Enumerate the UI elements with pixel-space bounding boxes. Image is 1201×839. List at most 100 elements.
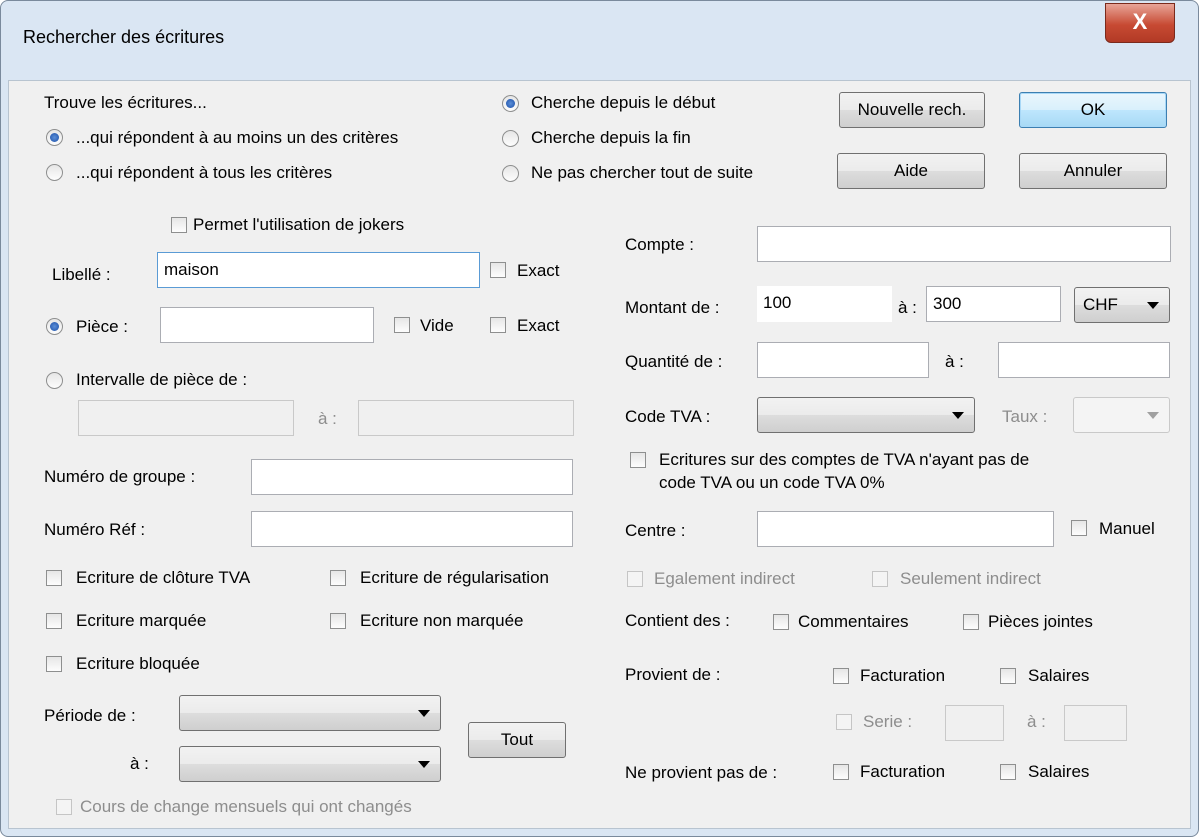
account-input[interactable] bbox=[757, 226, 1171, 262]
series-checkbox[interactable] bbox=[836, 714, 852, 730]
regularisation-checkbox[interactable] bbox=[330, 570, 346, 586]
label-regularisation: Ecriture de régularisation bbox=[360, 568, 549, 587]
label-search-from-beginning: Cherche depuis le début bbox=[531, 93, 716, 112]
radio-piece[interactable] bbox=[46, 318, 63, 335]
label-exchange-rates: Cours de change mensuels qui ont changés bbox=[80, 797, 412, 816]
manual-checkbox[interactable] bbox=[1071, 520, 1087, 536]
label-libelle: Libellé : bbox=[52, 265, 111, 284]
label-from-invoicing: Facturation bbox=[860, 666, 946, 685]
label-marked: Ecriture marquée bbox=[76, 611, 207, 630]
period-from-select[interactable] bbox=[179, 695, 441, 731]
label-piece-interval: Intervalle de pièce de : bbox=[76, 370, 248, 389]
title-bar: Rechercher des écritures X bbox=[1, 1, 1200, 81]
label-quantity-to: à : bbox=[945, 352, 964, 371]
currency-value: CHF bbox=[1083, 295, 1118, 314]
also-indirect-checkbox[interactable] bbox=[627, 571, 643, 587]
label-comments: Commentaires bbox=[798, 612, 909, 631]
chevron-down-icon bbox=[952, 412, 964, 419]
radio-all-criteria[interactable] bbox=[46, 164, 63, 181]
label-center: Centre : bbox=[625, 521, 686, 540]
label-contains: Contient des : bbox=[625, 611, 730, 630]
label-ref-number: Numéro Réf : bbox=[44, 520, 146, 539]
group-number-input[interactable] bbox=[251, 459, 573, 495]
series-to-input[interactable] bbox=[1064, 705, 1127, 741]
label-series: Serie : bbox=[863, 712, 913, 731]
label-not-from-invoicing: Facturation bbox=[860, 762, 946, 781]
attachments-checkbox[interactable] bbox=[963, 614, 979, 630]
period-to-select[interactable] bbox=[179, 746, 441, 782]
label-account: Compte : bbox=[625, 235, 694, 254]
libelle-exact-checkbox[interactable] bbox=[490, 262, 506, 278]
libelle-input[interactable]: maison bbox=[157, 252, 480, 288]
label-vat-accounts-line1: Ecritures sur des comptes de TVA n'ayant… bbox=[659, 450, 1030, 469]
label-do-not-search-now: Ne pas chercher tout de suite bbox=[531, 163, 754, 182]
label-libelle-exact: Exact bbox=[517, 261, 560, 280]
ref-number-input[interactable] bbox=[251, 511, 573, 547]
center-input[interactable] bbox=[757, 511, 1054, 547]
window-title: Rechercher des écritures bbox=[23, 27, 225, 47]
label-not-from-salaries: Salaires bbox=[1028, 762, 1090, 781]
radio-piece-interval[interactable] bbox=[46, 372, 63, 389]
vat-accounts-checkbox[interactable] bbox=[630, 452, 646, 468]
label-attachments: Pièces jointes bbox=[988, 612, 1093, 631]
label-quantity-from: Quantité de : bbox=[625, 352, 723, 371]
currency-select[interactable]: CHF bbox=[1074, 287, 1170, 323]
piece-interval-to-input[interactable] bbox=[358, 400, 574, 436]
not-from-salaries-checkbox[interactable] bbox=[1000, 764, 1016, 780]
label-unmarked: Ecriture non marquée bbox=[360, 611, 524, 630]
ok-button[interactable]: OK bbox=[1019, 92, 1167, 128]
vat-rate-select[interactable] bbox=[1073, 397, 1170, 433]
label-period-to: à : bbox=[130, 754, 149, 773]
new-search-button[interactable]: Nouvelle rech. bbox=[839, 92, 985, 128]
label-not-from: Ne provient pas de : bbox=[625, 763, 778, 782]
find-heading: Trouve les écritures... bbox=[44, 93, 207, 112]
label-piece-empty: Vide bbox=[420, 316, 454, 335]
from-salaries-checkbox[interactable] bbox=[1000, 668, 1016, 684]
piece-exact-checkbox[interactable] bbox=[490, 317, 506, 333]
quantity-to-input[interactable] bbox=[998, 342, 1170, 378]
label-piece-exact: Exact bbox=[517, 316, 560, 335]
not-from-invoicing-checkbox[interactable] bbox=[833, 764, 849, 780]
marked-checkbox[interactable] bbox=[46, 613, 62, 629]
from-invoicing-checkbox[interactable] bbox=[833, 668, 849, 684]
label-locked: Ecriture bloquée bbox=[76, 654, 200, 673]
cancel-button[interactable]: Annuler bbox=[1019, 153, 1167, 189]
series-from-input[interactable] bbox=[945, 705, 1004, 741]
piece-empty-checkbox[interactable] bbox=[394, 317, 410, 333]
chevron-down-icon bbox=[1147, 302, 1159, 309]
label-closing-vat: Ecriture de clôture TVA bbox=[76, 568, 251, 587]
radio-search-from-end[interactable] bbox=[502, 130, 519, 147]
label-vat-code: Code TVA : bbox=[625, 407, 711, 426]
amount-to-input[interactable]: 300 bbox=[926, 286, 1061, 322]
chevron-down-icon bbox=[418, 761, 430, 768]
only-indirect-checkbox[interactable] bbox=[872, 571, 888, 587]
label-vat-rate: Taux : bbox=[1002, 407, 1048, 426]
amount-from-input[interactable]: 100 bbox=[757, 286, 892, 322]
vat-code-select[interactable] bbox=[757, 397, 975, 433]
label-all-criteria: ...qui répondent à tous les critères bbox=[76, 163, 333, 182]
help-button[interactable]: Aide bbox=[837, 153, 985, 189]
radio-any-criteria[interactable] bbox=[46, 129, 63, 146]
piece-input[interactable] bbox=[160, 307, 374, 343]
label-piece: Pièce : bbox=[76, 317, 128, 336]
chevron-down-icon bbox=[418, 710, 430, 717]
unmarked-checkbox[interactable] bbox=[330, 613, 346, 629]
label-jokers: Permet l'utilisation de jokers bbox=[193, 215, 405, 234]
radio-search-from-beginning[interactable] bbox=[502, 95, 519, 112]
label-also-indirect: Egalement indirect bbox=[654, 569, 795, 588]
label-comes-from: Provient de : bbox=[625, 665, 721, 684]
all-periods-button[interactable]: Tout bbox=[468, 722, 566, 758]
label-amount-to: à : bbox=[898, 298, 917, 317]
jokers-checkbox[interactable] bbox=[171, 217, 187, 233]
radio-do-not-search-now[interactable] bbox=[502, 165, 519, 182]
chevron-down-icon bbox=[1147, 412, 1159, 419]
locked-checkbox[interactable] bbox=[46, 656, 62, 672]
label-manual: Manuel bbox=[1099, 519, 1155, 538]
label-from-salaries: Salaires bbox=[1028, 666, 1090, 685]
quantity-from-input[interactable] bbox=[757, 342, 929, 378]
close-button[interactable]: X bbox=[1105, 3, 1175, 43]
comments-checkbox[interactable] bbox=[773, 614, 789, 630]
piece-interval-from-input[interactable] bbox=[78, 400, 294, 436]
exchange-rates-checkbox[interactable] bbox=[56, 799, 72, 815]
closing-vat-checkbox[interactable] bbox=[46, 570, 62, 586]
